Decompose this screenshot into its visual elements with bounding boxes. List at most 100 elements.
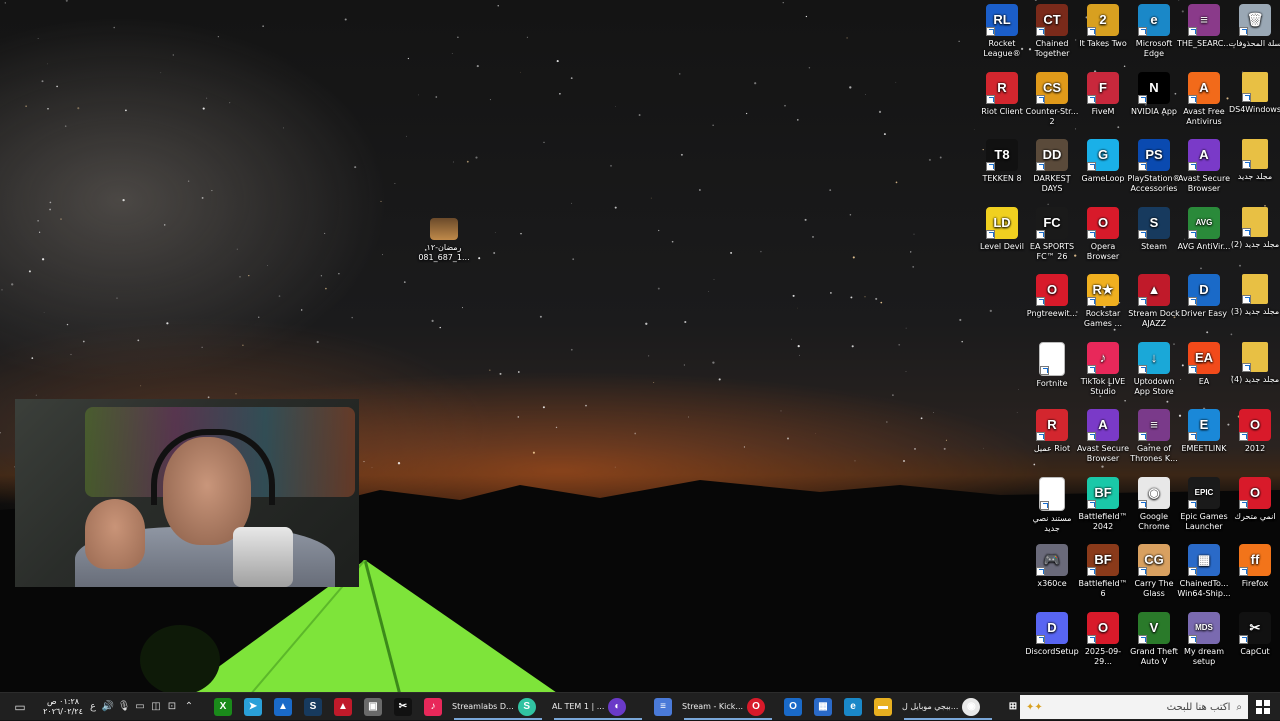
desktop-icon-battlefield-2042[interactable]: BF Battlefield™ 2042 [1076,476,1130,532]
desktop-icon-x360ce[interactable]: 🎮 x360ce [1025,544,1079,589]
desktop-icon-recycle-bin[interactable]: 🗑 سلة المحذوفات [1228,4,1280,49]
taskbar-store-button[interactable]: ▦ [808,693,838,721]
center-video-file[interactable]: رمضان-١٢ 1_687_081... [416,218,472,263]
desktop-icon-opera-2012[interactable]: O 2012 [1228,409,1280,454]
desktop-icon-epic-games-launcher[interactable]: EPIC Epic Games Launcher [1177,476,1231,532]
desktop-icon-darkest-days[interactable]: DD DARKEST DAYS [1025,139,1079,194]
meet-icon[interactable]: ◫ [148,693,164,721]
desktop-icon-microsoft-edge[interactable]: e Microsoft Edge [1127,4,1181,59]
desktop-icon-new-folder-3[interactable]: مجلد جديد (3) [1228,274,1280,317]
desktop-icon-carry-the-glass[interactable]: CG Carry The Glass [1127,544,1181,599]
taskbar-kick-stream-button[interactable]: Stream - Kick... O [678,693,778,721]
desktop-icon-ds4windows[interactable]: DS4Windows [1228,71,1280,115]
desktop-icon-capcut[interactable]: ✂ CapCut [1228,611,1280,657]
taskbar-al-tem-button[interactable]: AL TEM 1 | ... ◐ [548,693,648,721]
new-folder-4-label: مجلد جديد (4) [1230,374,1280,384]
desktop-icon-ea[interactable]: EA EA [1177,341,1231,387]
desktop-icon-playstation-accessories[interactable]: PS PlayStation® Accessories [1127,139,1181,194]
desktop-icon-avast-secure-browser[interactable]: A Avast Secure Browser [1177,139,1231,194]
taskbar-pubg-chrome-button[interactable]: ببجي موبايل ل... ◉ [898,693,998,721]
desktop-icon-chained-together[interactable]: CT Chained Together [1025,4,1079,59]
desktop-icon-new-folder-2[interactable]: مجلد جديد (2) [1228,206,1280,250]
desktop-icon-stream-dock-ajazz[interactable]: ▲ Stream Dock AJAZZ [1127,274,1181,329]
desktop-icon-tiktok-live-studio[interactable]: ♪ TikTok LIVE Studio [1076,341,1130,397]
desktop-icon-game-of-thrones[interactable]: ≡ Game of Thrones K... [1127,409,1181,464]
desktop-icon-it-takes-two[interactable]: 2 It Takes Two [1076,4,1130,49]
desktop-icon-counter-strike-2[interactable]: CS Counter-Str... 2 [1025,71,1079,127]
desktop-icon-the-search[interactable]: ≡ THE_SEARC... [1177,4,1231,49]
desktop-icon-my-dream-setup[interactable]: MDS My dream setup [1177,611,1231,667]
desktop-icon-opera-browser[interactable]: O Opera Browser [1076,206,1130,262]
star [11,283,14,286]
avast-free-antivirus-icon: A [1188,71,1220,104]
microphone-icon[interactable]: 🎙 [116,693,132,721]
desktop-icon-new-folder-4[interactable]: مجلد جديد (4) [1228,341,1280,385]
taskbar-steam-button[interactable]: S [298,693,328,721]
streamlabs-label: Streamlabs D... [452,702,514,711]
desktop-icon-chainedtogether-win64[interactable]: ▦ ChainedTo... Win64-Ship... [1177,544,1231,599]
star [37,38,39,39]
notifications-button[interactable]: ▭ [0,693,40,721]
star [418,94,419,96]
desktop-icon-battlefield-6[interactable]: BF Battlefield™ 6 [1076,544,1130,599]
search-box[interactable]: ✦✦ اكتب هنا للبحث ⌕ [1020,695,1248,719]
taskbar-stream-dock-button[interactable]: ▲ [328,693,358,721]
desktop-icon-firefox[interactable]: ff Firefox [1228,544,1280,589]
clock[interactable]: ٠١:٢٨ ص ٢٠٢٦/٠٢/٢٤ [40,693,86,721]
desktop-icon-opera-2025[interactable]: O 2025-09-29... [1076,611,1130,667]
usb-icon[interactable]: ⊡ [164,693,180,721]
desktop-icon-pngtreewit[interactable]: O Pngtreewit... [1025,274,1079,319]
desktop-icon-ea-sports-fc-26[interactable]: FC EA SPORTS FC™ 26 [1025,206,1079,262]
desktop-icon-avg-antivirus[interactable]: AVG AVG AntiVir... [1177,206,1231,252]
taskbar-file-explorer-button[interactable]: ▬ [868,693,898,721]
desktop-icon-discord-setup[interactable]: D DiscordSetup [1025,611,1079,657]
desktop-icon-emeetlink[interactable]: E EMEETLINK [1177,409,1231,454]
star [805,15,808,18]
desktop-icon-riot-client-ar[interactable]: R عميل Riot [1025,409,1079,454]
star [82,340,85,343]
desktop-icon-steam[interactable]: S Steam [1127,206,1181,252]
desktop-icon-avast-secure-browser-2[interactable]: A Avast Secure Browser [1076,409,1130,464]
star [878,110,882,113]
desktop-icon-avast-free-antivirus[interactable]: A Avast Free Antivirus [1177,71,1231,127]
desktop-icon-uptodown-app-store[interactable]: ↓ Uptodown App Store [1127,341,1181,397]
desktop-icon-opera-mutaharrik[interactable]: O انمي متحرك [1228,476,1280,522]
start-button[interactable] [1250,693,1276,721]
desktop-icon-new-text-document[interactable]: مستند نصي جديد [1025,476,1079,534]
taskbar-tiktok-button[interactable]: ♪ [418,693,448,721]
network-icon[interactable]: ▭ [132,693,148,721]
star [236,248,238,250]
desktop-icon-driver-easy[interactable]: D Driver Easy [1177,274,1231,319]
star [301,309,303,311]
desktop-icon-riot-client[interactable]: R Riot Client [975,71,1029,117]
show-hidden-icons-chevron-icon[interactable]: ⌃ [180,693,198,721]
taskbar-onedrive-photo-button[interactable]: ▲ [268,693,298,721]
desktop-icon-level-devil[interactable]: LD Level Devil [975,206,1029,252]
taskbar-xbox-button[interactable]: X [208,693,238,721]
edge-icon: e [844,697,862,716]
volume-icon[interactable]: 🔊 [100,693,116,721]
desktop-icon-new-folder[interactable]: مجلد جديد [1228,139,1280,182]
desktop-icon-rockstar-games[interactable]: R★ Rockstar Games ... [1076,274,1130,329]
taskbar-notepad-button[interactable]: ≡ [648,693,678,721]
desktop-icon-fivem[interactable]: F FiveM [1076,71,1130,117]
taskbar-telegram-button[interactable]: ➤ [238,693,268,721]
language-indicator[interactable]: ع [86,693,100,721]
desktop-icon-nvidia-app[interactable]: N NVIDIA App [1127,71,1181,117]
taskbar-outlook-button[interactable]: O [778,693,808,721]
desktop-icon-rocket-league[interactable]: RL Rocket League® [975,4,1029,59]
shortcut-arrow-icon [1138,229,1147,239]
shortcut-arrow-icon [1087,162,1096,171]
taskbar-streamlabs-button[interactable]: Streamlabs D... S [448,693,548,721]
desktop-icon-gameloop[interactable]: G GameLoop [1076,139,1130,184]
desktop-icon-google-chrome[interactable]: ◉ Google Chrome [1127,476,1181,532]
taskbar-photos-button[interactable]: ▣ [358,693,388,721]
desktop-icon-fortnite[interactable]: Fortnite [1025,341,1079,389]
tekken-8-label: TEKKEN 8 [982,174,1022,183]
desktop-icon-tekken-8[interactable]: T8 TEKKEN 8 [975,139,1029,184]
taskbar-capcut-button[interactable]: ✂ [388,693,418,721]
desktop-icon-gta-v[interactable]: V Grand Theft Auto V [1127,611,1181,667]
taskbar-edge-button[interactable]: e [838,693,868,721]
star [324,232,326,234]
star [520,232,522,235]
